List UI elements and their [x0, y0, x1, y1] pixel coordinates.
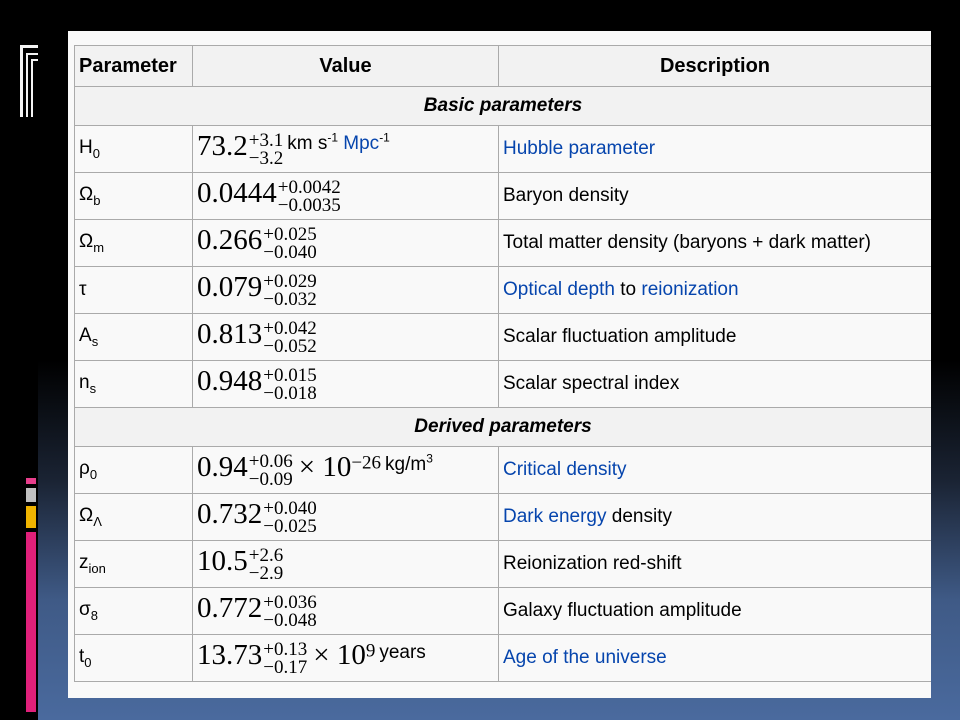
section-derived-parameters: Derived parameters [74, 407, 931, 447]
param-value: 0.948 +0.015 −0.018 [192, 360, 499, 408]
dark-energy-link[interactable]: Dark energy [503, 506, 607, 527]
table-row: H0 73.2 +3.1 −3.2 km s-1 Mpc-1 Hubble param… [74, 125, 931, 173]
param-description: Critical density [498, 446, 931, 494]
param-description: Total matter density (baryons + dark mat… [498, 219, 931, 267]
slide-decoration-bars [26, 478, 36, 716]
param-value: 0.813 +0.042 −0.052 [192, 313, 499, 361]
param-description: Hubble parameter [498, 125, 931, 173]
table-row: t0 13.73 +0.13 −0.17 × 109 years Age of the … [74, 634, 931, 682]
param-value: 13.73 +0.13 −0.17 × 109 years [192, 634, 499, 682]
param-description: Dark energy density [498, 493, 931, 541]
param-symbol: ΩΛ [74, 493, 193, 541]
param-value: 10.5 +2.6 −2.9 [192, 540, 499, 588]
param-symbol: τ [74, 266, 193, 314]
param-value: 0.94 +0.06 −0.09 × 10−26 kg/m3 [192, 446, 499, 494]
table-row: zion 10.5 +2.6 −2.9 Reionization red-shift [74, 540, 931, 588]
param-symbol: H0 [74, 125, 193, 173]
table-row: ΩΛ 0.732 +0.040 −0.025 Dark energy density [74, 493, 931, 541]
param-symbol: Ωb [74, 172, 193, 220]
param-value: 0.079 +0.029 −0.032 [192, 266, 499, 314]
param-description: Scalar spectral index [498, 360, 931, 408]
param-description: Age of the universe [498, 634, 931, 682]
param-symbol: σ8 [74, 587, 193, 635]
table-row: Ωb 0.0444 +0.0042 −0.0035 Baryon density [74, 172, 931, 220]
param-symbol: t0 [74, 634, 193, 682]
param-description: Scalar fluctuation amplitude [498, 313, 931, 361]
param-description: Galaxy fluctuation amplitude [498, 587, 931, 635]
hubble-parameter-link[interactable]: Hubble parameter [503, 138, 655, 159]
header-value: Value [192, 45, 499, 87]
param-description: Baryon density [498, 172, 931, 220]
header-parameter: Parameter [74, 45, 193, 87]
reionization-link[interactable]: reionization [641, 279, 738, 300]
mpc-link[interactable]: Mpc [343, 133, 379, 154]
param-value: 0.732 +0.040 −0.025 [192, 493, 499, 541]
header-description: Description [498, 45, 931, 87]
table-row: Ωm 0.266 +0.025 −0.040 Total matter densit… [74, 219, 931, 267]
param-symbol: ρ0 [74, 446, 193, 494]
param-value: 0.266 +0.025 −0.040 [192, 219, 499, 267]
slide-decoration-frame [20, 45, 38, 117]
param-symbol: As [74, 313, 193, 361]
param-description: Optical depth to reionization [498, 266, 931, 314]
param-value: 0.772 +0.036 −0.048 [192, 587, 499, 635]
param-symbol: ns [74, 360, 193, 408]
param-symbol: Ωm [74, 219, 193, 267]
param-value: 0.0444 +0.0042 −0.0035 [192, 172, 499, 220]
parameter-table-container: Parameter Value Description Basic parame… [68, 31, 931, 698]
table-row: τ 0.079 +0.029 −0.032 Optical depth to rei… [74, 266, 931, 314]
table-row: σ8 0.772 +0.036 −0.048 Galaxy fluctuation … [74, 587, 931, 635]
section-basic-parameters: Basic parameters [74, 86, 931, 126]
critical-density-link[interactable]: Critical density [503, 459, 627, 480]
table-row: As 0.813 +0.042 −0.052 Scalar fluctuation … [74, 313, 931, 361]
param-description: Reionization red-shift [498, 540, 931, 588]
param-symbol: zion [74, 540, 193, 588]
cosmological-parameters-table: Parameter Value Description Basic parame… [74, 45, 931, 682]
table-row: ns 0.948 +0.015 −0.018 Scalar spectral ind… [74, 360, 931, 408]
param-value: 73.2 +3.1 −3.2 km s-1 Mpc-1 [192, 125, 499, 173]
age-of-universe-link[interactable]: Age of the universe [503, 647, 667, 668]
optical-depth-link[interactable]: Optical depth [503, 279, 615, 300]
table-row: ρ0 0.94 +0.06 −0.09 × 10−26 kg/m3 Critical d… [74, 446, 931, 494]
